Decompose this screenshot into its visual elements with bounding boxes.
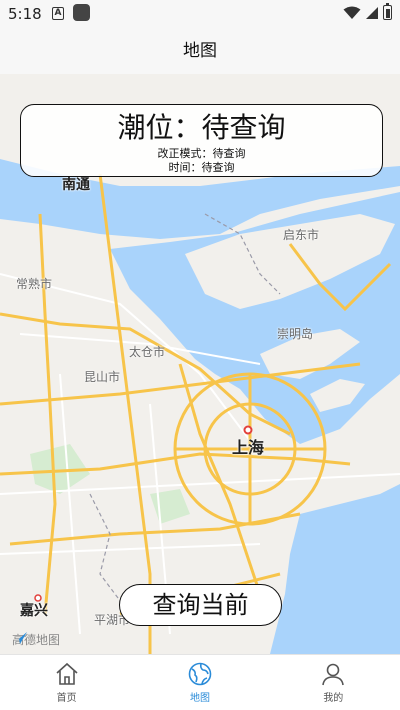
- page-title: 地图: [183, 41, 217, 61]
- tab-home-label: 首页: [56, 693, 77, 704]
- tab-map-label: 地图: [189, 693, 210, 704]
- map-label-changshu: 常熟市: [16, 277, 53, 291]
- shanghai-marker: [243, 425, 253, 435]
- map-logo-icon: [13, 632, 27, 644]
- tide-info-panel: 潮位：待查询 改正模式：待查询 时间：待查询: [20, 104, 383, 177]
- map-logo: 高德地图: [12, 631, 60, 648]
- status-time: 5:18: [8, 5, 42, 23]
- query-current-button[interactable]: 查询当前: [119, 584, 282, 626]
- status-indicators: [343, 3, 392, 20]
- tab-profile-label: 我的: [323, 693, 344, 704]
- map-label-taicang: 太仓市: [129, 345, 166, 359]
- tab-profile[interactable]: 我的: [267, 655, 400, 710]
- map-label-shanghai: 上海: [232, 438, 265, 457]
- status-bar: 5:18 A: [0, 0, 400, 28]
- map-view[interactable]: 南通 启东市 常熟市 崇明岛 太仓市 昆山市 上海 嘉兴 平湖市 高德地图 潮位…: [0, 74, 400, 654]
- signal-icon: [366, 6, 378, 19]
- tab-home[interactable]: 首页: [0, 655, 133, 710]
- notification-a-icon: A: [52, 7, 64, 20]
- globe-icon: [188, 662, 212, 686]
- correction-mode-text: 改正模式：待查询: [157, 147, 246, 160]
- tide-level-text: 潮位：待查询: [117, 111, 286, 144]
- map-label-kunshan: 昆山市: [84, 370, 121, 384]
- wifi-icon: [343, 6, 361, 19]
- user-icon: [322, 663, 345, 686]
- notification-app-icon: [73, 4, 90, 21]
- battery-icon: [383, 3, 392, 20]
- tide-time-text: 时间：待查询: [168, 161, 235, 174]
- bottom-tab-bar: 首页 地图 我的: [0, 654, 400, 710]
- app-bar: 地图: [0, 28, 400, 74]
- map-label-chongming: 崇明岛: [277, 327, 314, 341]
- map-label-jiaxing: 嘉兴: [20, 603, 48, 619]
- map-label-qidong: 启东市: [283, 228, 320, 242]
- map-label-nantong: 南通: [62, 177, 90, 193]
- home-icon: [56, 662, 78, 685]
- tab-map[interactable]: 地图: [133, 655, 266, 710]
